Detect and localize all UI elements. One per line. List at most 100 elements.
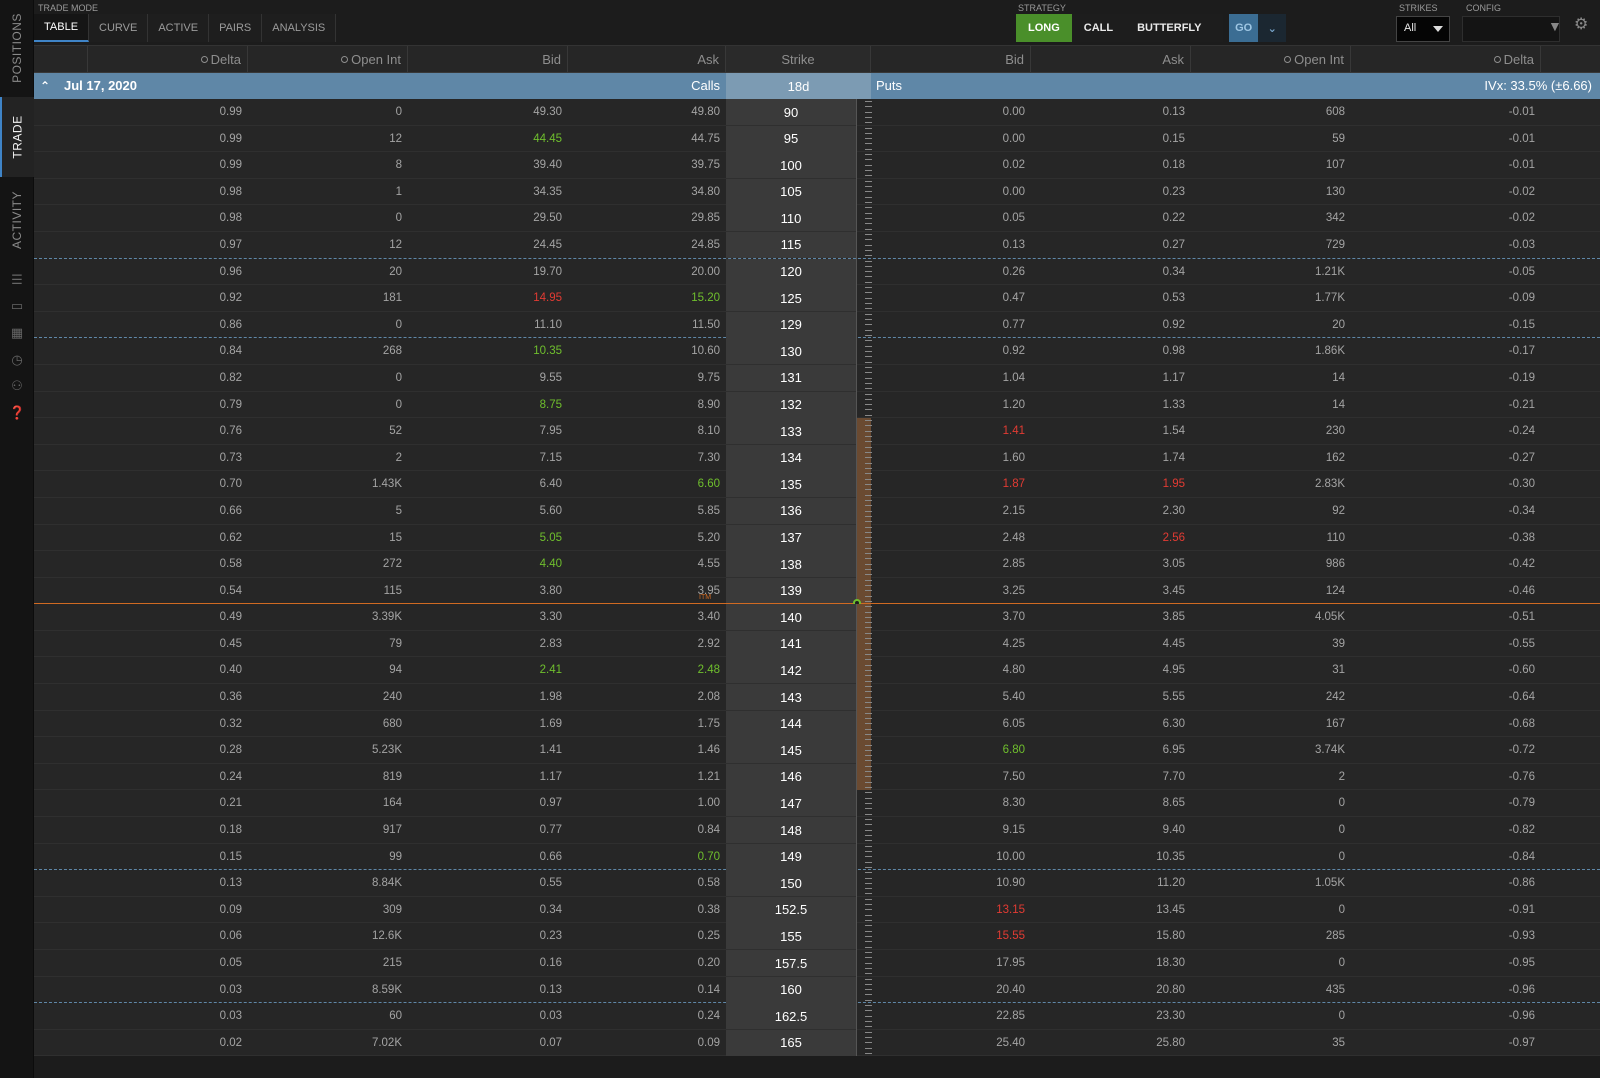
put-bid-cell[interactable]: 9.15 [871,817,1031,843]
put-ask-cell[interactable]: 18.30 [1031,950,1191,976]
tab-activity[interactable]: ACTIVITY [0,180,34,260]
strike-cell[interactable]: 138 [726,551,856,578]
put-open-int-cell[interactable]: 107 [1191,152,1351,178]
call-open-int-cell[interactable]: 5 [248,498,408,524]
put-open-int-cell[interactable]: 124 [1191,578,1351,604]
table-row[interactable]: 0.99 8 39.40 39.75 100 0.02 0.18 107 -0.01 [34,152,1600,179]
monitor-icon[interactable]: ▭ [9,298,25,314]
put-bid-cell[interactable]: 0.77 [871,312,1031,338]
put-open-int-cell[interactable]: 14 [1191,365,1351,391]
call-delta-cell[interactable]: 0.99 [88,99,248,125]
put-delta-cell[interactable]: -0.05 [1351,259,1541,285]
call-bid-cell[interactable]: 5.60 [408,498,568,524]
strike-cell[interactable]: 157.5 [726,950,856,976]
call-ask-cell[interactable]: 2.92 [568,631,726,657]
call-bid-cell[interactable]: 19.70 [408,259,568,285]
chevron-up-icon[interactable]: ⌃ [40,79,52,93]
table-row[interactable]: 0.28 5.23K 1.41 1.46 145 6.80 6.95 3.74K -0.72 [34,737,1600,764]
call-bid-cell[interactable]: 11.10 [408,312,568,338]
put-delta-cell[interactable]: -0.64 [1351,684,1541,710]
call-ask-cell[interactable]: 0.84 [568,817,726,843]
put-ask-cell[interactable]: 0.22 [1031,205,1191,231]
put-delta-cell[interactable]: -0.17 [1351,338,1541,364]
call-open-int-cell[interactable]: 94 [248,657,408,683]
table-row[interactable]: 0.54 115 3.80 3.95 139 3.25 3.45 124 -0.46 [34,577,1600,605]
call-open-int-cell[interactable]: 272 [248,551,408,577]
put-open-int-cell[interactable]: 1.05K [1191,870,1351,896]
call-ask-cell[interactable]: 0.09 [568,1030,726,1056]
put-delta-cell[interactable]: -0.84 [1351,844,1541,870]
put-delta-cell[interactable]: -0.02 [1351,205,1541,231]
call-open-int-cell[interactable]: 12 [248,232,408,258]
colhead-strike[interactable]: Strike [726,46,871,73]
call-delta-cell[interactable]: 0.02 [88,1030,248,1056]
call-delta-cell[interactable]: 0.45 [88,631,248,657]
table-row[interactable]: 0.18 917 0.77 0.84 148 9.15 9.40 0 -0.82 [34,817,1600,844]
table-row[interactable]: 0.32 680 1.69 1.75 144 6.05 6.30 167 -0.68 [34,710,1600,738]
call-open-int-cell[interactable]: 917 [248,817,408,843]
call-open-int-cell[interactable]: 115 [248,578,408,604]
put-bid-cell[interactable]: 2.15 [871,498,1031,524]
call-delta-cell[interactable]: 0.05 [88,950,248,976]
put-ask-cell[interactable]: 0.18 [1031,152,1191,178]
put-bid-cell[interactable]: 0.00 [871,126,1031,152]
put-open-int-cell[interactable]: 130 [1191,179,1351,205]
call-ask-cell[interactable]: 0.58 [568,870,726,896]
put-open-int-cell[interactable]: 4.05K [1191,604,1351,630]
put-bid-cell[interactable]: 10.90 [871,870,1031,896]
table-row[interactable]: 0.58 272 4.40 4.55 138 2.85 3.05 986 -0.42 [34,551,1600,578]
calendar-icon[interactable]: ▦ [9,325,25,341]
put-open-int-cell[interactable]: 986 [1191,551,1351,577]
call-bid-cell[interactable]: 0.55 [408,870,568,896]
table-row[interactable]: 0.02 7.02K 0.07 0.09 165 25.40 25.80 35 -0.97 [34,1029,1600,1057]
call-delta-cell[interactable]: 0.86 [88,312,248,338]
call-bid-cell[interactable]: 1.17 [408,764,568,790]
call-delta-cell[interactable]: 0.28 [88,737,248,763]
put-open-int-cell[interactable]: 0 [1191,1003,1351,1029]
put-open-int-cell[interactable]: 2.83K [1191,471,1351,497]
tab-positions[interactable]: POSITIONS [0,0,34,95]
call-delta-cell[interactable]: 0.84 [88,338,248,364]
expiration-row[interactable]: ⌃ Jul 17, 2020 Calls 18d Puts IVx: 33.5%… [34,73,1600,99]
put-delta-cell[interactable]: -0.02 [1351,179,1541,205]
put-ask-cell[interactable]: 3.45 [1031,578,1191,604]
table-row[interactable]: 0.73 2 7.15 7.30 134 1.60 1.74 162 -0.27 [34,444,1600,472]
put-ask-cell[interactable]: 1.17 [1031,365,1191,391]
call-bid-cell[interactable]: 0.77 [408,817,568,843]
put-bid-cell[interactable]: 20.40 [871,977,1031,1003]
put-bid-cell[interactable]: 1.60 [871,445,1031,471]
put-open-int-cell[interactable]: 14 [1191,392,1351,418]
call-delta-cell[interactable]: 0.21 [88,790,248,816]
call-open-int-cell[interactable]: 0 [248,392,408,418]
put-ask-cell[interactable]: 4.95 [1031,657,1191,683]
put-ask-cell[interactable]: 25.80 [1031,1030,1191,1056]
put-delta-cell[interactable]: -0.21 [1351,392,1541,418]
filter-icon[interactable]: ▼ [1548,19,1562,33]
table-row[interactable]: 0.66 5 5.60 5.85 136 2.15 2.30 92 -0.34 [34,497,1600,525]
put-delta-cell[interactable]: -0.03 [1351,232,1541,258]
call-delta-cell[interactable]: 0.82 [88,365,248,391]
table-row[interactable]: 0.62 15 5.05 5.20 137 2.48 2.56 110 -0.38 [34,524,1600,552]
put-delta-cell[interactable]: -0.72 [1351,737,1541,763]
call-ask-cell[interactable]: 0.20 [568,950,726,976]
put-ask-cell[interactable]: 0.92 [1031,312,1191,338]
call-open-int-cell[interactable]: 52 [248,418,408,444]
put-delta-cell[interactable]: -0.96 [1351,977,1541,1003]
call-delta-cell[interactable]: 0.36 [88,684,248,710]
put-ask-cell[interactable]: 15.80 [1031,923,1191,949]
call-ask-cell[interactable]: 2.48 [568,657,726,683]
call-bid-cell[interactable]: 7.95 [408,418,568,444]
put-ask-cell[interactable]: 20.80 [1031,977,1191,1003]
put-delta-cell[interactable]: -0.91 [1351,897,1541,923]
call-open-int-cell[interactable]: 8.84K [248,870,408,896]
call-ask-cell[interactable]: 2.08 [568,684,726,710]
put-bid-cell[interactable]: 15.55 [871,923,1031,949]
put-delta-cell[interactable]: -0.79 [1351,790,1541,816]
call-ask-cell[interactable]: 0.14 [568,977,726,1003]
call-ask-cell[interactable]: 24.85 [568,232,726,258]
table-row[interactable]: 0.99 12 44.45 44.75 95 0.00 0.15 59 -0.01 [34,125,1600,153]
put-bid-cell[interactable]: 1.87 [871,471,1031,497]
call-bid-cell[interactable]: 7.15 [408,445,568,471]
call-delta-cell[interactable]: 0.73 [88,445,248,471]
strike-cell[interactable]: 149 [726,843,856,870]
